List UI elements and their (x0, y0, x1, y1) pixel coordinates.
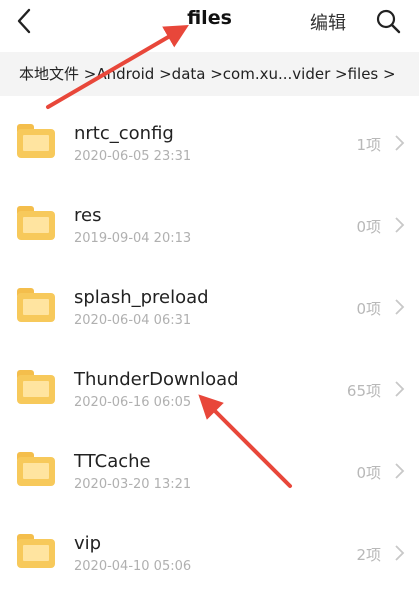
folder-icon (17, 370, 55, 404)
folder-icon (17, 206, 55, 240)
folder-name: res (74, 205, 102, 226)
folder-date: 2020-06-05 23:31 (74, 149, 192, 164)
chevron-right-icon (395, 381, 405, 397)
chevron-right-icon (395, 463, 405, 479)
folder-list: nrtc_config 2020-06-05 23:31 1项 res 2019… (0, 102, 419, 594)
folder-name: ThunderDownload (74, 369, 239, 390)
folder-name: TTCache (74, 451, 151, 472)
folder-item-count: 0项 (356, 464, 381, 482)
chevron-right-icon (395, 299, 405, 315)
folder-item-count: 2项 (356, 546, 381, 564)
folder-date: 2020-04-10 05:06 (74, 559, 192, 574)
folder-item-count: 65项 (346, 382, 381, 400)
folder-date: 2019-09-04 20:13 (74, 231, 192, 246)
search-icon[interactable] (374, 7, 402, 35)
folder-item-count: 1项 (356, 136, 381, 154)
folder-row-nrtc-config[interactable]: nrtc_config 2020-06-05 23:31 1项 (0, 102, 419, 184)
folder-icon (17, 534, 55, 568)
folder-icon (17, 288, 55, 322)
chevron-right-icon (395, 135, 405, 151)
folder-item-count: 0项 (356, 300, 381, 318)
chevron-right-icon (395, 217, 405, 233)
chevron-right-icon (395, 545, 405, 561)
folder-name: vip (74, 533, 102, 554)
folder-row-thunderdownload[interactable]: ThunderDownload 2020-06-16 06:05 65项 (0, 348, 419, 430)
breadcrumb[interactable]: 本地文件 >Android >data >com.xu...vider >fil… (0, 52, 419, 96)
top-bar: files 编辑 (0, 0, 419, 44)
folder-icon (17, 124, 55, 158)
folder-date: 2020-03-20 13:21 (74, 477, 192, 492)
folder-date: 2020-06-04 06:31 (74, 313, 192, 328)
folder-row-splash-preload[interactable]: splash_preload 2020-06-04 06:31 0项 (0, 266, 419, 348)
page-title: files (187, 7, 232, 29)
folder-item-count: 0项 (356, 218, 381, 236)
folder-icon (17, 452, 55, 486)
folder-row-ttcache[interactable]: TTCache 2020-03-20 13:21 0项 (0, 430, 419, 512)
edit-button[interactable]: 编辑 (310, 9, 346, 35)
folder-row-res[interactable]: res 2019-09-04 20:13 0项 (0, 184, 419, 266)
folder-date: 2020-06-16 06:05 (74, 395, 192, 410)
folder-row-vip[interactable]: vip 2020-04-10 05:06 2项 (0, 512, 419, 594)
folder-name: nrtc_config (74, 123, 174, 144)
folder-name: splash_preload (74, 287, 209, 308)
